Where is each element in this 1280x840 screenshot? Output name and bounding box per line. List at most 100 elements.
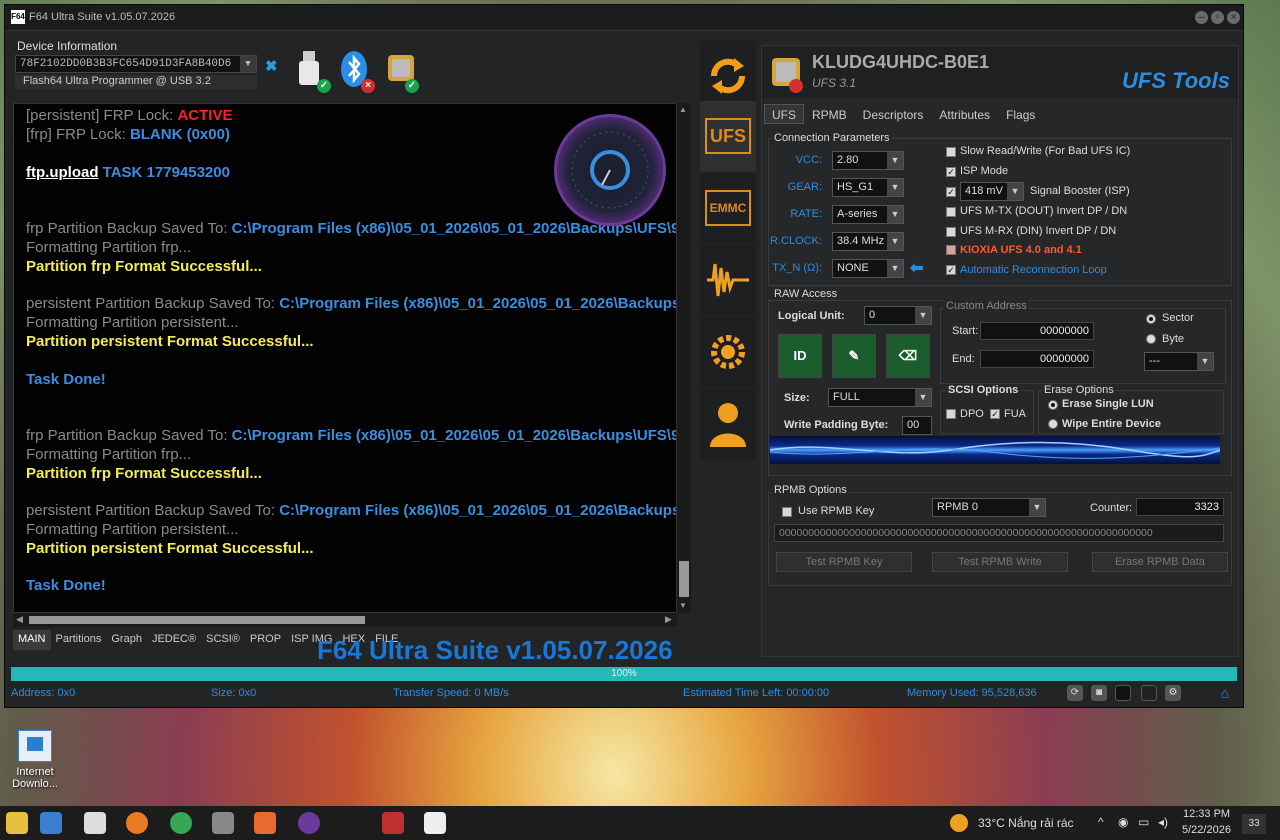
sector-radio[interactable]	[1146, 314, 1156, 324]
end-address-input[interactable]: 00000000	[980, 350, 1094, 368]
logical-unit-select[interactable]: 0 ▼	[864, 306, 932, 325]
app-logo-icon: F64	[11, 10, 25, 24]
vcc-label: VCC:	[795, 154, 822, 166]
device-select[interactable]: 78F2102DD0B3B3FC654D91D3FA8B40D6 ▼	[15, 55, 257, 73]
stop-icon[interactable]	[1115, 685, 1131, 701]
isp-mode-checkbox[interactable]: ✓	[946, 167, 956, 177]
slow-rw-checkbox[interactable]	[946, 147, 956, 157]
log-line: Partition frp Format Successful...	[26, 258, 262, 275]
scroll-thumb[interactable]	[679, 561, 689, 597]
store-icon[interactable]	[40, 812, 62, 834]
mrx-invert-label: UFS M-RX (DIN) Invert DP / DN	[960, 225, 1117, 237]
mtx-invert-checkbox[interactable]	[946, 207, 956, 217]
scroll-down-icon[interactable]: ▼	[679, 601, 687, 610]
settings-tool-button[interactable]	[700, 317, 756, 387]
address-unit-select[interactable]: --- ▼	[1144, 352, 1214, 371]
log-horizontal-scrollbar[interactable]: ◀ ▶	[13, 613, 677, 627]
tab-graph[interactable]: Graph	[106, 630, 147, 650]
auto-reconnect-checkbox[interactable]: ✓	[946, 265, 956, 275]
kioxia-checkbox[interactable]	[946, 245, 956, 255]
weather-icon[interactable]	[950, 814, 968, 832]
emmc-mode-button[interactable]: EMMC	[700, 173, 756, 243]
tab-flags[interactable]: Flags	[998, 104, 1043, 124]
user-button[interactable]	[700, 389, 756, 459]
fua-checkbox[interactable]: ✓	[990, 409, 1000, 419]
signal-tool-button[interactable]	[700, 245, 756, 315]
refresh-icon[interactable]: ⟳	[1067, 685, 1083, 701]
erase-single-lun-radio[interactable]	[1048, 400, 1058, 410]
tab-ufs[interactable]: UFS	[764, 104, 804, 124]
chevron-down-icon[interactable]: ▼	[240, 56, 256, 72]
log-console[interactable]: [persistent] FRP Lock: ACTIVE [frp] FRP …	[13, 103, 677, 613]
volume-icon[interactable]: ◂)	[1158, 815, 1168, 829]
signal-booster-select[interactable]: 418 mV ▼	[960, 182, 1024, 201]
minimize-icon[interactable]: –	[1195, 11, 1208, 24]
wipe-entire-device-radio[interactable]	[1048, 419, 1058, 429]
erase-button[interactable]: ⌫	[886, 334, 930, 378]
f64-app-icon[interactable]	[424, 812, 446, 834]
mrx-invert-checkbox[interactable]	[946, 227, 956, 237]
tab-attributes[interactable]: Attributes	[931, 104, 998, 124]
gear-select[interactable]: HS_G1 ▼	[832, 178, 904, 197]
window-icon[interactable]	[1141, 685, 1157, 701]
size-select[interactable]: FULL ▼	[828, 388, 932, 407]
auto-reconnect-label: Automatic Reconnection Loop	[960, 264, 1107, 276]
home-icon[interactable]: ⌂	[1217, 685, 1233, 701]
write-button[interactable]: ✎	[832, 334, 876, 378]
txn-select[interactable]: NONE ▼	[832, 259, 904, 278]
desktop-shortcut-label: Internet Downlo...	[12, 766, 58, 790]
padding-select[interactable]: 00	[902, 416, 932, 435]
vcc-select[interactable]: 2.80 ▼	[832, 151, 904, 170]
tab-rpmb[interactable]: RPMB	[804, 104, 855, 124]
network-icon[interactable]: ▭	[1138, 815, 1149, 829]
notification-badge[interactable]: 33	[1242, 814, 1266, 834]
byte-radio[interactable]	[1146, 334, 1156, 344]
rate-select[interactable]: A-series ▼	[832, 205, 904, 224]
disconnect-icon[interactable]: ✖	[265, 57, 278, 75]
use-rpmb-key-checkbox[interactable]	[782, 507, 792, 517]
signal-booster-checkbox[interactable]: ✓	[946, 187, 956, 197]
maximize-icon[interactable]: ▫	[1211, 11, 1224, 24]
ufs-mode-button[interactable]: UFS	[700, 101, 756, 171]
start-address-input[interactable]: 00000000	[980, 322, 1094, 340]
log-line: persistent Partition Backup Saved To: C:…	[26, 502, 677, 519]
status-speed: Transfer Speed: 0 MB/s	[393, 687, 509, 699]
weather-text[interactable]: 33°C Nắng rải rác	[978, 816, 1074, 830]
log-vertical-scrollbar[interactable]: ▲ ▼	[677, 103, 691, 613]
editor-icon[interactable]	[254, 812, 276, 834]
scroll-left-icon[interactable]: ◀	[16, 614, 23, 625]
test-rpmb-write-button[interactable]: Test RPMB Write	[932, 552, 1068, 572]
camera-icon[interactable]: ◙	[1091, 685, 1107, 701]
tab-main[interactable]: MAIN	[13, 630, 51, 650]
tab-partitions[interactable]: Partitions	[51, 630, 107, 650]
tray-chevron-icon[interactable]: ^	[1098, 815, 1104, 829]
folder-icon[interactable]	[6, 812, 28, 834]
sector-label: Sector	[1162, 312, 1194, 324]
settings-icon[interactable]: ⚙	[1165, 685, 1181, 701]
scroll-up-icon[interactable]: ▲	[679, 105, 687, 114]
close-icon[interactable]: ×	[1227, 11, 1240, 24]
tab-scsi[interactable]: SCSI®	[201, 630, 245, 650]
clock-time[interactable]: 12:33 PM	[1183, 808, 1230, 820]
mail-icon[interactable]	[84, 812, 106, 834]
app-icon[interactable]	[126, 812, 148, 834]
chrome-icon[interactable]	[170, 812, 192, 834]
tab-descriptors[interactable]: Descriptors	[855, 104, 932, 124]
rclock-select[interactable]: 38.4 MHz ▼	[832, 232, 904, 251]
rpmb-key-input[interactable]: 0000000000000000000000000000000000000000…	[774, 524, 1224, 542]
test-rpmb-key-button[interactable]: Test RPMB Key	[776, 552, 912, 572]
scroll-right-icon[interactable]: ▶	[665, 614, 672, 625]
media-icon[interactable]	[298, 812, 320, 834]
tab-prop[interactable]: PROP	[245, 630, 286, 650]
rpmb-select[interactable]: RPMB 0 ▼	[932, 498, 1046, 517]
tray-app-icon[interactable]: ◉	[1118, 815, 1128, 829]
clock-date[interactable]: 5/22/2026	[1182, 824, 1231, 836]
erase-rpmb-data-button[interactable]: Erase RPMB Data	[1092, 552, 1228, 572]
flash-app-icon[interactable]	[382, 812, 404, 834]
identify-button[interactable]: ID	[778, 334, 822, 378]
dpo-checkbox[interactable]	[946, 409, 956, 419]
tool-icon[interactable]	[212, 812, 234, 834]
scsi-options-title: SCSI Options	[946, 384, 1021, 396]
tab-jedec[interactable]: JEDEC®	[147, 630, 201, 650]
scroll-thumb[interactable]	[29, 616, 365, 624]
